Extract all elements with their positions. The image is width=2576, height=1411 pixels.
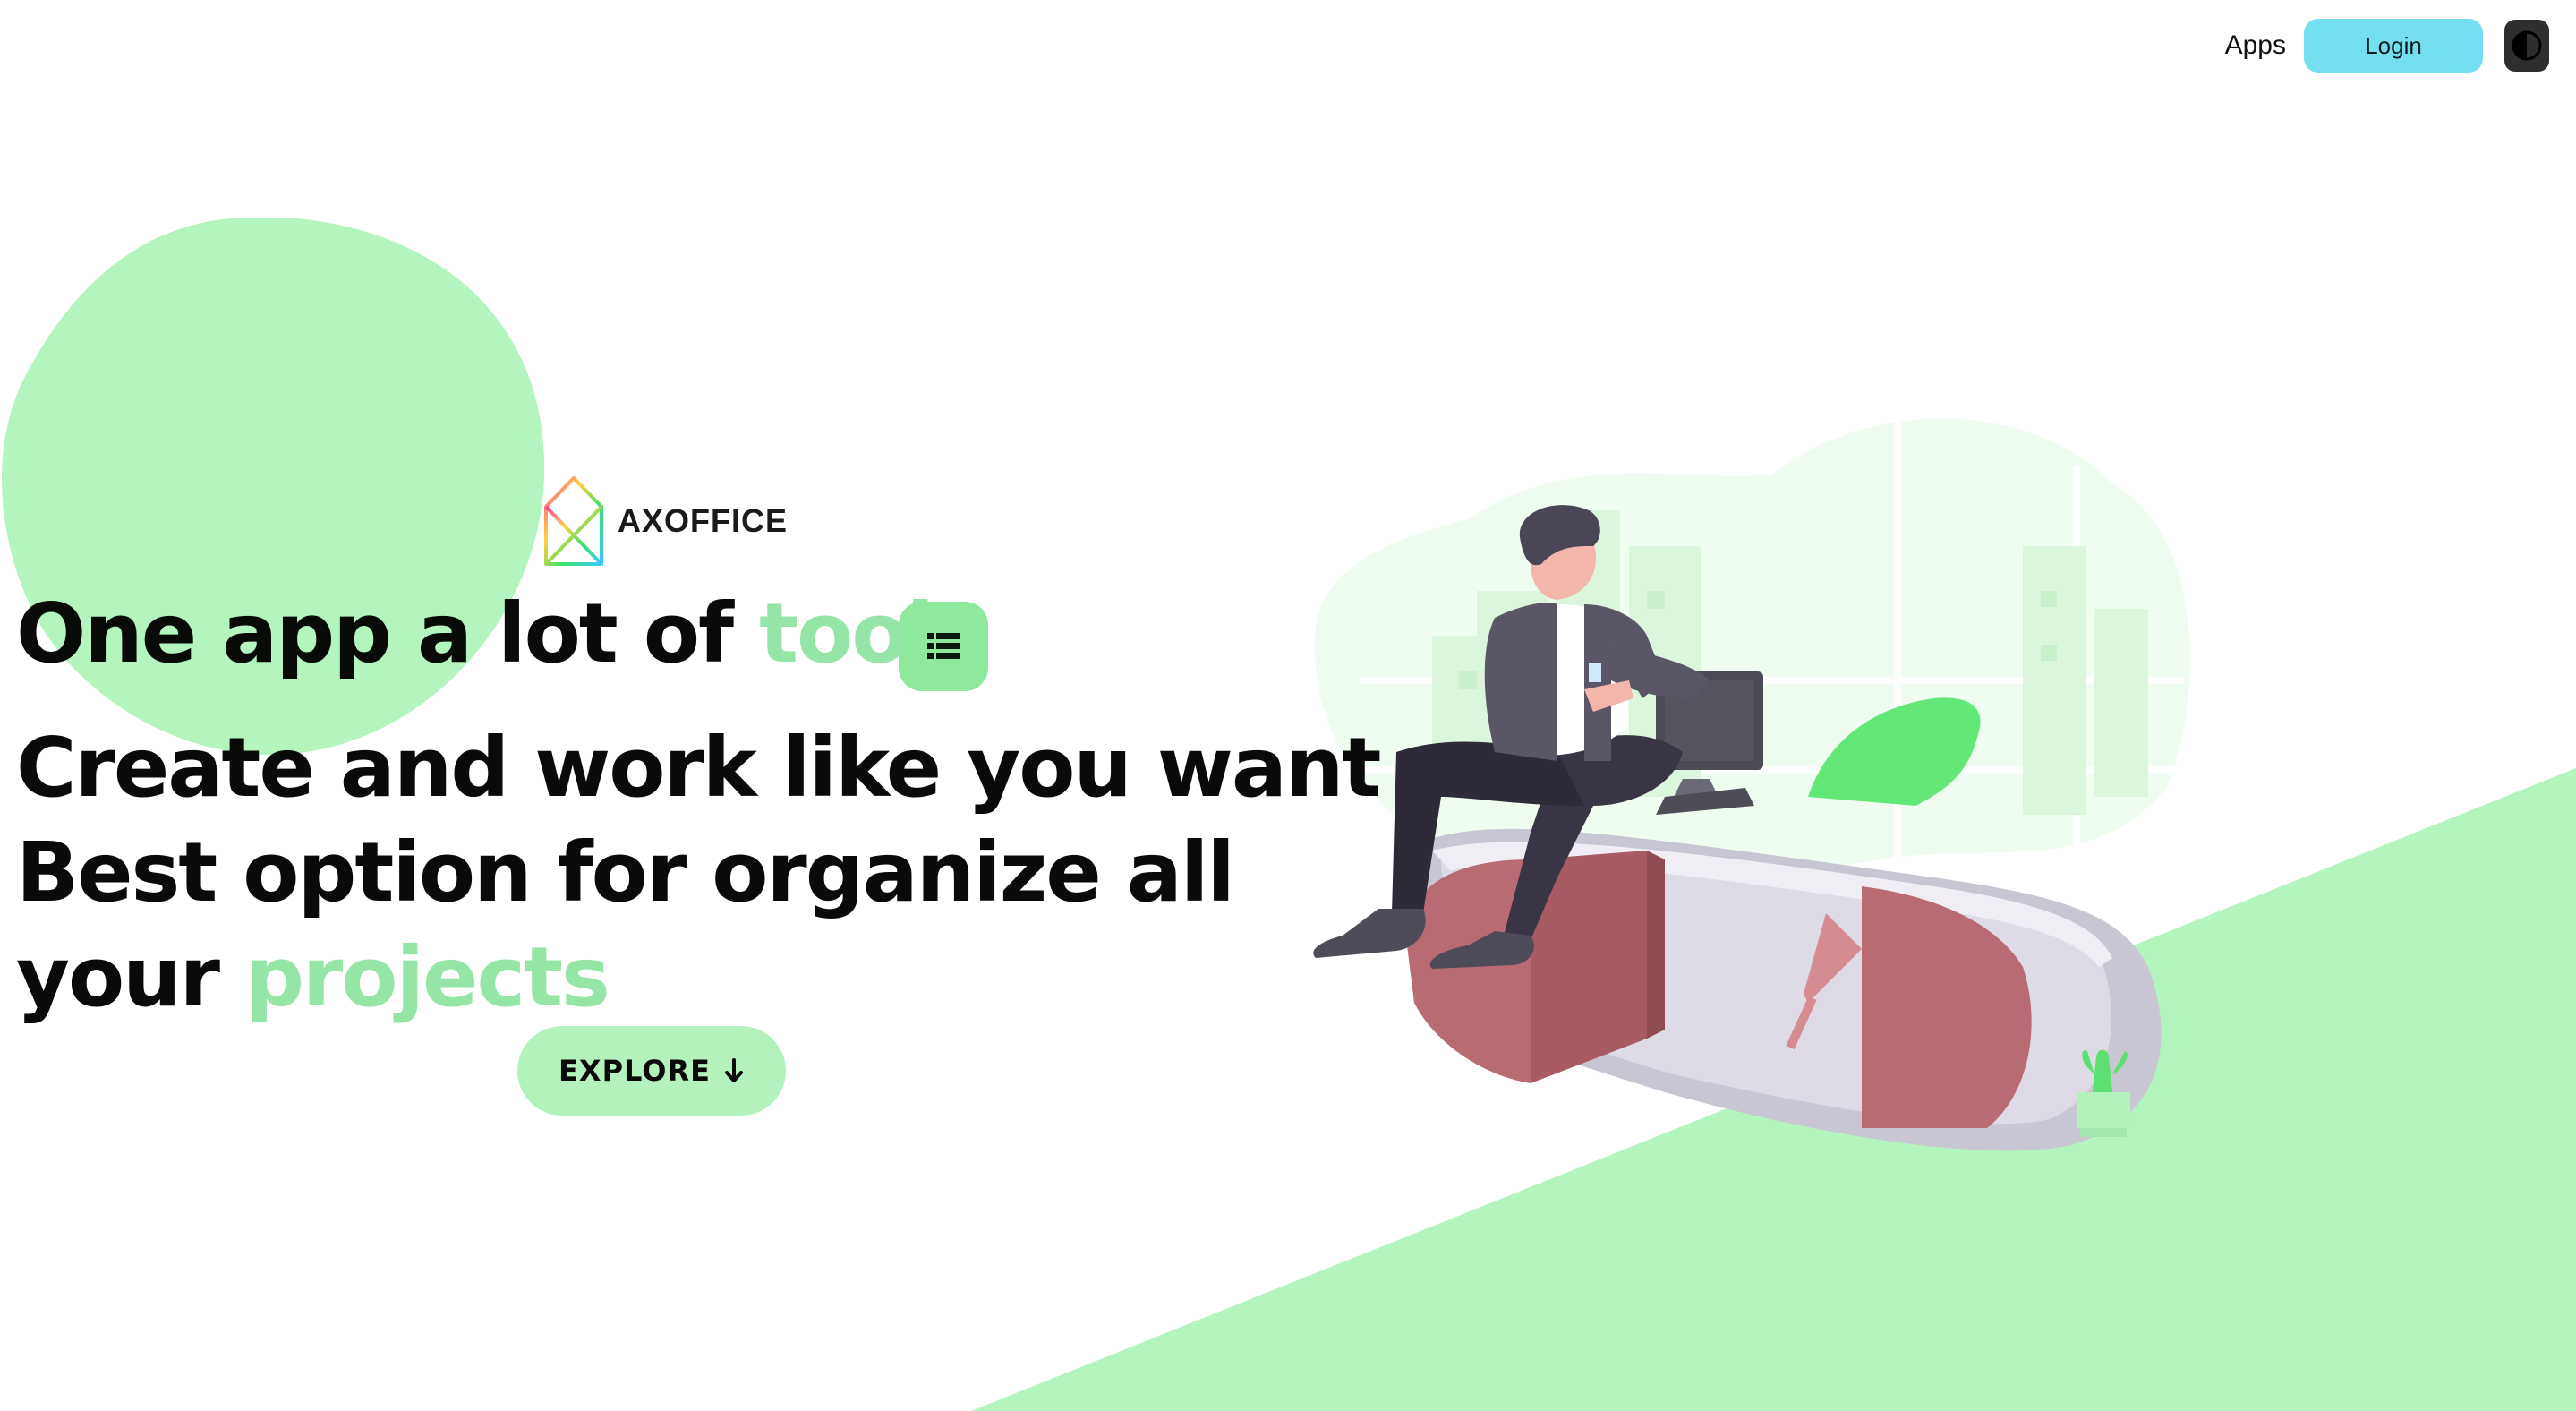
- list-icon: [927, 633, 960, 659]
- hero-subtitle-line-3: your projects: [16, 933, 610, 1022]
- person-at-desk-illustration: [1313, 418, 2190, 1151]
- explore-button[interactable]: EXPLORE: [517, 1026, 786, 1116]
- brand-logo: AXOFFICE: [542, 475, 788, 568]
- explore-button-label: EXPLORE: [559, 1054, 711, 1088]
- hero-subtitle-highlight: projects: [245, 929, 610, 1025]
- hero-subtitle-line-2: Best option for organize all: [16, 825, 1235, 920]
- brand-name: AXOFFICE: [618, 502, 789, 539]
- arrow-down-icon: [724, 1058, 743, 1082]
- tools-badge: [899, 602, 988, 691]
- contrast-icon: [2512, 30, 2542, 61]
- apps-link[interactable]: Apps: [2225, 30, 2286, 61]
- theme-toggle-button[interactable]: [2504, 20, 2549, 72]
- house-logo-icon: [544, 476, 603, 566]
- hero-subtitle-text: your: [16, 929, 246, 1025]
- landing-page: Apps Login AXOFFICE lot of tools Create …: [0, 0, 2576, 1411]
- decorative-green-blob: [2, 218, 544, 755]
- top-navigation: Apps Login: [2225, 18, 2549, 73]
- login-button[interactable]: Login: [2304, 19, 2483, 73]
